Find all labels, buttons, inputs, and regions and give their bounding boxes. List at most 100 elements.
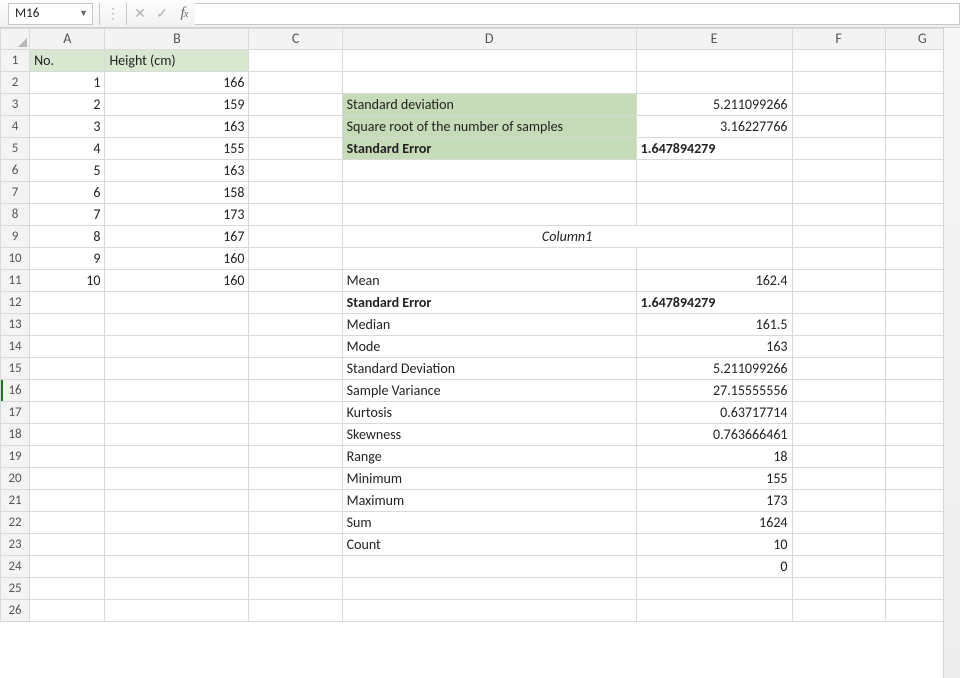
cell-E24[interactable]: 0 xyxy=(636,556,792,578)
cell-C10[interactable] xyxy=(249,248,342,270)
cell-E17[interactable]: 0.63717714 xyxy=(636,402,792,424)
cell-D18[interactable]: Skewness xyxy=(342,424,636,446)
cell-G6[interactable] xyxy=(885,160,959,182)
cell-G14[interactable] xyxy=(885,336,959,358)
row-header-1[interactable]: 1 xyxy=(1,50,30,72)
cell-A10[interactable]: 9 xyxy=(30,248,105,270)
cell-A23[interactable] xyxy=(30,534,105,556)
cell-G8[interactable] xyxy=(885,204,959,226)
column-header-B[interactable]: B xyxy=(105,29,249,50)
cell-E6[interactable] xyxy=(636,160,792,182)
cell-E2[interactable] xyxy=(636,72,792,94)
cell-F3[interactable] xyxy=(792,94,885,116)
cell-G19[interactable] xyxy=(885,446,959,468)
cell-F8[interactable] xyxy=(792,204,885,226)
column-header-E[interactable]: E xyxy=(636,29,792,50)
cell-B21[interactable] xyxy=(105,490,249,512)
cell-G26[interactable] xyxy=(885,600,959,622)
cell-B1[interactable]: Height (cm) xyxy=(105,50,249,72)
cell-E19[interactable]: 18 xyxy=(636,446,792,468)
cell-F16[interactable] xyxy=(792,380,885,402)
cell-G21[interactable] xyxy=(885,490,959,512)
cell-G12[interactable] xyxy=(885,292,959,314)
cell-C4[interactable] xyxy=(249,116,342,138)
row-header-22[interactable]: 22 xyxy=(1,512,30,534)
cell-B16[interactable] xyxy=(105,380,249,402)
cell-F6[interactable] xyxy=(792,160,885,182)
cell-G17[interactable] xyxy=(885,402,959,424)
cell-D26[interactable] xyxy=(342,600,636,622)
cell-G24[interactable] xyxy=(885,556,959,578)
cell-G4[interactable] xyxy=(885,116,959,138)
cell-F13[interactable] xyxy=(792,314,885,336)
row-header-13[interactable]: 13 xyxy=(1,314,30,336)
cell-F1[interactable] xyxy=(792,50,885,72)
cell-F25[interactable] xyxy=(792,578,885,600)
cell-A21[interactable] xyxy=(30,490,105,512)
cell-B11[interactable]: 160 xyxy=(105,270,249,292)
cell-B17[interactable] xyxy=(105,402,249,424)
cell-C1[interactable] xyxy=(249,50,342,72)
row-header-5[interactable]: 5 xyxy=(1,138,30,160)
cell-E5[interactable]: 1.647894279 xyxy=(636,138,792,160)
cell-F18[interactable] xyxy=(792,424,885,446)
cell-D6[interactable] xyxy=(342,160,636,182)
cell-C22[interactable] xyxy=(249,512,342,534)
cell-D24[interactable] xyxy=(342,556,636,578)
cell-F17[interactable] xyxy=(792,402,885,424)
cell-G3[interactable] xyxy=(885,94,959,116)
fx-icon[interactable]: fx xyxy=(173,5,195,22)
cell-G18[interactable] xyxy=(885,424,959,446)
cell-B10[interactable]: 160 xyxy=(105,248,249,270)
cell-E23[interactable]: 10 xyxy=(636,534,792,556)
cell-F26[interactable] xyxy=(792,600,885,622)
row-header-19[interactable]: 19 xyxy=(1,446,30,468)
cell-B6[interactable]: 163 xyxy=(105,160,249,182)
cell-F22[interactable] xyxy=(792,512,885,534)
cell-C3[interactable] xyxy=(249,94,342,116)
cell-F11[interactable] xyxy=(792,270,885,292)
cell-B7[interactable]: 158 xyxy=(105,182,249,204)
row-header-10[interactable]: 10 xyxy=(1,248,30,270)
cell-C21[interactable] xyxy=(249,490,342,512)
row-header-2[interactable]: 2 xyxy=(1,72,30,94)
cell-F2[interactable] xyxy=(792,72,885,94)
cell-D13[interactable]: Median xyxy=(342,314,636,336)
more-icon[interactable]: ⋮ xyxy=(102,5,124,22)
row-header-9[interactable]: 9 xyxy=(1,226,30,248)
cell-E26[interactable] xyxy=(636,600,792,622)
cell-A12[interactable] xyxy=(30,292,105,314)
cell-E12[interactable]: 1.647894279 xyxy=(636,292,792,314)
cell-D4[interactable]: Square root of the number of samples xyxy=(342,116,636,138)
cell-D12[interactable]: Standard Error xyxy=(342,292,636,314)
cell-G11[interactable] xyxy=(885,270,959,292)
cell-B14[interactable] xyxy=(105,336,249,358)
cell-F7[interactable] xyxy=(792,182,885,204)
cell-A4[interactable]: 3 xyxy=(30,116,105,138)
cell-A18[interactable] xyxy=(30,424,105,446)
cell-A1[interactable]: No. xyxy=(30,50,105,72)
row-header-14[interactable]: 14 xyxy=(1,336,30,358)
cell-A7[interactable]: 6 xyxy=(30,182,105,204)
cell-E16[interactable]: 27.15555556 xyxy=(636,380,792,402)
cell-E1[interactable] xyxy=(636,50,792,72)
cell-G2[interactable] xyxy=(885,72,959,94)
cell-E13[interactable]: 161.5 xyxy=(636,314,792,336)
cell-B20[interactable] xyxy=(105,468,249,490)
column-header-G[interactable]: G xyxy=(885,29,959,50)
cell-B9[interactable]: 167 xyxy=(105,226,249,248)
cell-E4[interactable]: 3.16227766 xyxy=(636,116,792,138)
cell-B22[interactable] xyxy=(105,512,249,534)
cell-B19[interactable] xyxy=(105,446,249,468)
cell-D7[interactable] xyxy=(342,182,636,204)
cell-F14[interactable] xyxy=(792,336,885,358)
cell-B25[interactable] xyxy=(105,578,249,600)
cell-G25[interactable] xyxy=(885,578,959,600)
cell-G9[interactable] xyxy=(885,226,959,248)
cell-F15[interactable] xyxy=(792,358,885,380)
cell-F10[interactable] xyxy=(792,248,885,270)
cell-C6[interactable] xyxy=(249,160,342,182)
cell-B2[interactable]: 166 xyxy=(105,72,249,94)
cell-C20[interactable] xyxy=(249,468,342,490)
cell-D17[interactable]: Kurtosis xyxy=(342,402,636,424)
